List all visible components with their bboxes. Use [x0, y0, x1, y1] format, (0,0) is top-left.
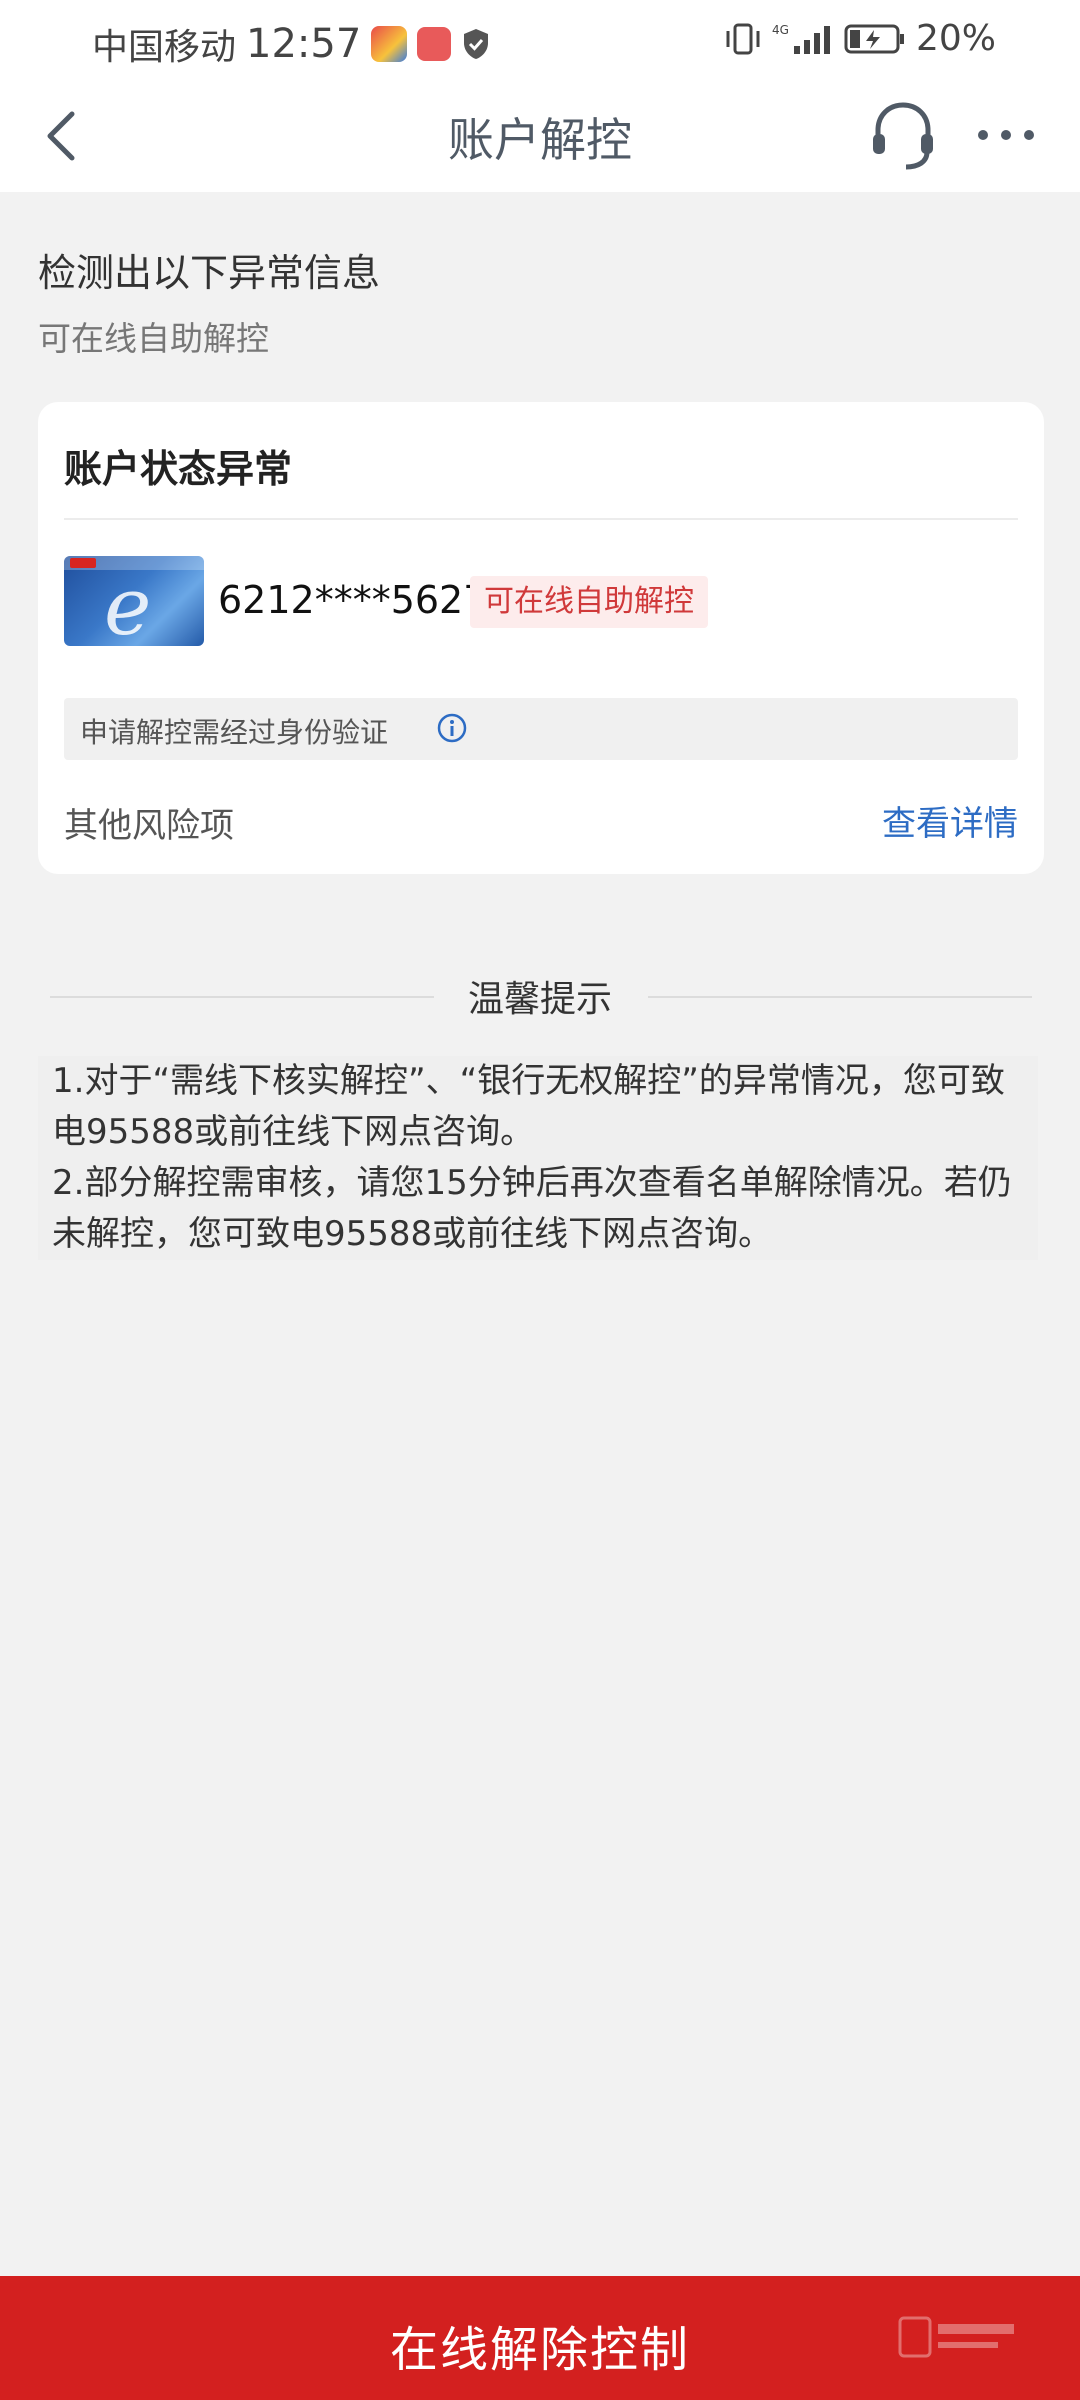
status-bar: 中国移动 12:57 4G 20% [0, 0, 1080, 80]
verify-notice: 申请解控需经过身份验证 [64, 698, 1018, 760]
detect-title: 检测出以下异常信息 [38, 251, 381, 295]
more-menu-icon[interactable] [975, 120, 1037, 150]
status-badge: 可在线自助解控 [470, 576, 708, 628]
other-risk-label: 其他风险项 [64, 806, 234, 846]
status-bar-right: 4G 20% [724, 18, 996, 59]
signal-icon: 4G [772, 23, 830, 54]
nav-bar: 账户解控 [0, 80, 1080, 192]
tips-item: 1.对于“需线下核实解控”、“银行无权解控”的异常情况，您可致电95588或前往… [52, 1061, 1005, 1152]
battery-icon [844, 24, 904, 53]
store-notification-icon [417, 27, 452, 61]
svg-text:4G: 4G [772, 23, 789, 37]
bank-logo-icon [70, 558, 96, 568]
shield-icon [464, 29, 489, 59]
status-bar-left: 中国移动 12:57 [92, 18, 491, 70]
vibrate-icon [726, 23, 760, 54]
bank-card-image: e [64, 556, 204, 646]
account-status-card: 账户状态异常 e 6212****5627 可在线自助解控 申请解控需经过身份验… [38, 402, 1044, 874]
card-title: 账户状态异常 [64, 447, 293, 491]
clock: 12:57 [246, 21, 362, 67]
detect-subtitle: 可在线自助解控 [38, 319, 269, 358]
tips-divider-right [648, 996, 1032, 998]
info-icon[interactable] [436, 712, 468, 744]
customer-service-icon[interactable] [870, 98, 936, 174]
tips-body: 1.对于“需线下核实解控”、“银行无权解控”的异常情况，您可致电95588或前往… [38, 1056, 1038, 1260]
card-number: 6212****5627 [218, 578, 488, 622]
verify-notice-text: 申请解控需经过身份验证 [80, 716, 389, 749]
view-details-link[interactable]: 查看详情 [882, 796, 1018, 845]
card-divider [64, 518, 1018, 520]
card-e-emblem-icon: e [104, 560, 152, 646]
online-unlock-button[interactable]: 在线解除控制 [0, 2276, 1080, 2400]
carrier-label: 中国移动 [92, 27, 237, 68]
tips-item: 2.部分解控需审核，请您15分钟后再次查看名单解除情况。若仍未解控，您可致电95… [52, 1163, 1012, 1254]
watermark-logo-icon [898, 2316, 1014, 2358]
battery-percent: 20% [915, 18, 996, 59]
app-notification-icon [371, 26, 408, 62]
